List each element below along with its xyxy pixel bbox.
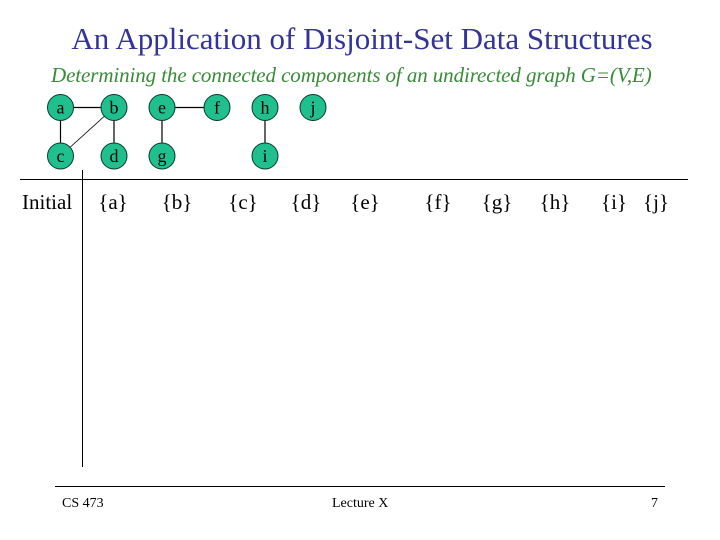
node-label: j <box>309 98 315 118</box>
set-cell: {g} <box>481 190 513 214</box>
set-cell: {a} <box>98 190 128 214</box>
graph-node-h: h <box>251 94 279 121</box>
footer-page-number: 7 <box>651 496 658 511</box>
node-label: h <box>261 98 270 118</box>
graph-node-a: a <box>47 94 74 121</box>
graph-node-d: d <box>100 142 128 170</box>
table-header-rule <box>20 179 688 180</box>
footer-rule <box>55 486 665 487</box>
set-cell: {j} <box>643 190 669 214</box>
graph-node-j: j <box>299 94 327 121</box>
node-label: g <box>158 146 167 166</box>
table-column-rule <box>82 170 83 467</box>
node-label: c <box>57 146 65 166</box>
set-cell: {f} <box>424 190 452 214</box>
node-label: f <box>214 98 220 118</box>
graph-diagram: a b c d e f g h i j <box>47 94 327 170</box>
graph-node-e: e <box>148 94 176 121</box>
node-label: e <box>158 98 166 118</box>
graph-node-b: b <box>100 94 128 121</box>
node-label: b <box>110 98 119 118</box>
graph-node-c: c <box>47 142 74 170</box>
graph-node-f: f <box>203 94 231 121</box>
row-label-initial: Initial <box>22 190 73 214</box>
footer-lecture: Lecture X <box>332 496 389 511</box>
set-cell: {h} <box>539 190 571 214</box>
node-label: d <box>110 146 119 166</box>
set-cell: {c} <box>228 190 258 214</box>
node-label: a <box>57 98 65 118</box>
graph-node-g: g <box>148 142 176 170</box>
footer-course: CS 473 <box>62 496 104 511</box>
set-cell: {e} <box>350 190 380 214</box>
node-label: i <box>262 146 267 166</box>
set-cell: {d} <box>290 190 322 214</box>
set-cell: {i} <box>601 190 627 214</box>
set-cell: {b} <box>161 190 193 214</box>
graph-node-i: i <box>251 142 279 170</box>
